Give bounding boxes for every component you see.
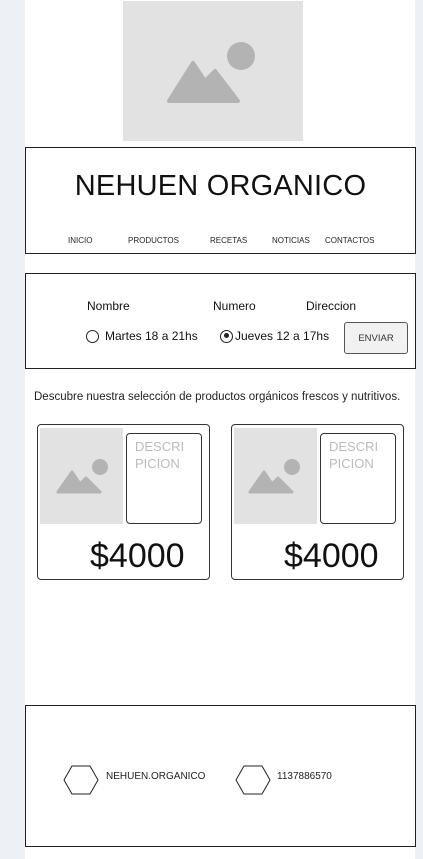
name-label[interactable]: Nombre [87,299,130,313]
product-card[interactable]: DESCRI PICION $4000 [37,424,210,580]
nav-productos[interactable]: PRODUCTOS [128,236,179,245]
product-price: $4000 [90,537,185,575]
product-price: $4000 [284,537,379,575]
product-description: DESCRI PICION [320,433,396,524]
nav-noticias[interactable]: NOTICIAS [272,236,310,245]
radio-thursday[interactable] [220,329,233,343]
site-footer: NEHUEN.ORGANICO 1137886570 [25,705,416,847]
number-label[interactable]: Numero [213,299,256,313]
phone-number[interactable]: 1137886570 [277,771,332,782]
product-card[interactable]: DESCRI PICION $4000 [231,424,404,580]
image-placeholder-icon [248,459,300,494]
hero-image [123,1,303,141]
radio-tuesday[interactable] [86,329,99,343]
hexagon-icon[interactable] [63,765,99,795]
option-thursday[interactable]: Jueves 12 a 17hs [220,329,329,343]
option-thursday-label: Jueves 12 a 17hs [235,329,330,343]
product-description: DESCRI PICION [126,433,202,524]
site-header: NEHUEN ORGANICO INICIO PRODUCTOS RECETAS… [25,147,416,254]
nav-contactos[interactable]: CONTACTOS [325,236,374,245]
image-placeholder-icon [56,459,108,494]
image-placeholder-icon [167,42,255,103]
nav-recetas[interactable]: RECETAS [210,236,247,245]
nav-inicio[interactable]: INICIO [68,236,92,245]
hexagon-icon[interactable] [235,765,271,795]
product-image [234,428,317,524]
order-form: Nombre Numero Direccion Martes 18 a 21hs… [25,273,416,369]
product-image [40,428,123,524]
instagram-handle[interactable]: NEHUEN.ORGANICO [106,771,205,782]
site-title: NEHUEN ORGANICO [74,170,367,202]
address-label[interactable]: Direccion [306,299,356,313]
products-intro: Descubre nuestra selección de productos … [34,391,401,403]
option-tuesday[interactable]: Martes 18 a 21hs [86,329,198,343]
send-button[interactable]: ENVIAR [344,322,408,354]
option-tuesday-label: Martes 18 a 21hs [105,329,198,343]
